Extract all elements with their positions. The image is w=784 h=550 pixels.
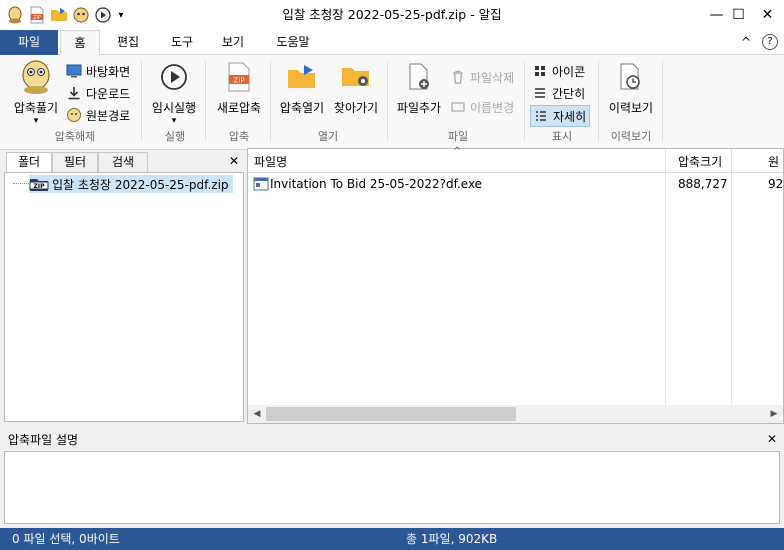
description-title: 압축파일 설명 [8,433,79,447]
ribbon-separator [141,61,142,141]
trash-icon [450,69,466,85]
row-filename: Invitation To Bid 25-05-2022?df.exe [270,177,483,191]
ribbon-separator [662,61,663,141]
tab-help[interactable]: 도움말 [265,30,321,55]
desktop-icon [66,63,82,79]
history-button[interactable]: 이력보기 [603,59,659,116]
tab-file[interactable]: 파일 [0,30,58,55]
zip-file-icon: ZIP [221,59,257,95]
scroll-left-button[interactable]: ◀ [250,407,264,421]
view-details-button[interactable]: 자세히 [530,105,591,127]
group-label-open: 열기 [317,130,339,143]
column-divider [665,173,666,405]
tab-tools[interactable]: 도구 [160,30,204,55]
open-folder-icon [284,59,320,95]
group-label-extract: 압축해제 [54,130,96,143]
left-panel: 폴더 필터 검색 ✕ ZIP 입찰 초청장 2022-05-25-pdf.zip [4,152,244,422]
column-header-original-size[interactable]: 원 [768,153,779,170]
history-icon [613,59,649,95]
folder-tree: ZIP 입찰 초청장 2022-05-25-pdf.zip [4,172,244,422]
ribbon-separator [387,61,388,141]
svg-text:ZIP: ZIP [233,77,244,85]
window-title: 입찰 초청장 2022-05-25-pdf.zip - 알집 [282,7,502,22]
exe-file-icon [253,177,269,191]
archive-description-panel: 압축파일 설명 ✕ [0,427,784,526]
add-file-icon [401,59,437,95]
description-textarea[interactable] [4,451,780,524]
horizontal-scrollbar[interactable]: ◀ ▶ [248,405,783,423]
status-total: 총 1파일, 902KB [406,532,498,546]
details-icon [533,108,549,124]
tab-view[interactable]: 보기 [211,30,255,55]
ribbon-tab-bar: 파일 홈 편집 도구 보기 도움말 ^ ? [0,30,784,56]
ribbon-collapse-icon[interactable]: ^ [738,34,754,50]
column-divider[interactable] [731,149,732,173]
tree-connector [13,183,29,184]
tab-folder[interactable]: 폴더 [6,152,52,173]
play-icon [156,59,192,95]
icon-grid-icon [532,63,548,79]
file-list-panel: ^ 파일명 압축크기 원 Invitation To Bid 25-05-202… [247,146,784,424]
zip-archive-icon: ZIP [29,176,49,192]
column-header-compressed-size[interactable]: 압축크기 [678,153,722,170]
group-label-history: 이력보기 [610,130,652,143]
group-label-file: 파일 [447,130,469,143]
tab-edit[interactable]: 편집 [106,30,150,55]
folder-location-icon [338,59,374,95]
close-button[interactable]: ✕ [751,0,784,30]
title-bar: ZIP ▾ 입찰 초청장 2022-05-25-pdf.zip - 알집 — ☐… [0,0,784,30]
group-label-run: 실행 [164,130,186,143]
help-icon[interactable]: ? [762,34,778,50]
temp-run-button[interactable]: 임시실행 ▾ [148,59,200,126]
extract-label: 압축풀기 [13,101,59,115]
delete-file-button[interactable]: 파일삭제 [450,67,514,87]
tab-filter[interactable]: 필터 [52,152,98,172]
extract-desktop-button[interactable]: 바탕화면 [66,61,130,81]
extract-download-button[interactable]: 다운로드 [66,83,130,103]
download-icon [66,85,82,101]
original-path-icon [66,107,82,123]
column-header-name[interactable]: 파일명 [254,153,287,170]
tree-item-label: 입찰 초청장 2022-05-25-pdf.zip [52,177,229,192]
scrollbar-thumb[interactable] [266,407,516,421]
view-icons-button[interactable]: 아이콘 [532,61,585,81]
group-label-view: 표시 [551,130,573,143]
go-to-location-button[interactable]: 찾아가기 [329,59,383,116]
rename-icon [450,99,466,115]
column-divider[interactable] [665,149,666,173]
list-icon [532,85,548,101]
new-compress-button[interactable]: ZIP 새로압축 [210,59,268,116]
extract-original-path-button[interactable]: 원본경로 [66,105,130,125]
extract-dropdown-icon: ▾ [33,116,39,126]
group-label-compress: 압축 [228,130,250,143]
tab-home[interactable]: 홈 [60,30,100,56]
ribbon: 압축풀기 ▾ 바탕화면 다운로드 원본경로 압축해제 임시실행 ▾ 실행 ZIP… [0,55,784,150]
status-bar: 0 파일 선택, 0바이트 총 1파일, 902KB [0,528,784,550]
rename-button[interactable]: 이름변경 [450,97,514,117]
view-simple-button[interactable]: 간단히 [532,83,585,103]
temp-run-dropdown-icon: ▾ [171,116,177,126]
extract-button[interactable]: 압축풀기 ▾ [8,59,64,126]
table-row[interactable]: Invitation To Bid 25-05-2022?df.exe 888,… [248,174,783,194]
row-compressed-size: 888,727 [678,177,728,191]
tab-search[interactable]: 검색 [98,152,148,172]
left-panel-close-button[interactable]: ✕ [226,152,242,170]
tree-item-archive[interactable]: ZIP 입찰 초청장 2022-05-25-pdf.zip [29,175,233,193]
description-close-button[interactable]: ✕ [764,430,780,448]
row-original-size: 92 [768,177,784,191]
svg-text:ZIP: ZIP [34,183,46,190]
ribbon-separator [524,61,525,141]
open-archive-button[interactable]: 압축열기 [274,59,330,116]
add-file-button[interactable]: 파일추가 [392,59,446,116]
status-selection: 0 파일 선택, 0바이트 [12,532,120,546]
column-header-row: 파일명 압축크기 원 [248,149,783,173]
scroll-right-button[interactable]: ▶ [767,407,781,421]
column-divider [731,173,732,405]
ribbon-separator [598,61,599,141]
extract-mascot-icon [18,59,54,95]
ribbon-separator [205,61,206,141]
ribbon-separator [270,61,271,141]
